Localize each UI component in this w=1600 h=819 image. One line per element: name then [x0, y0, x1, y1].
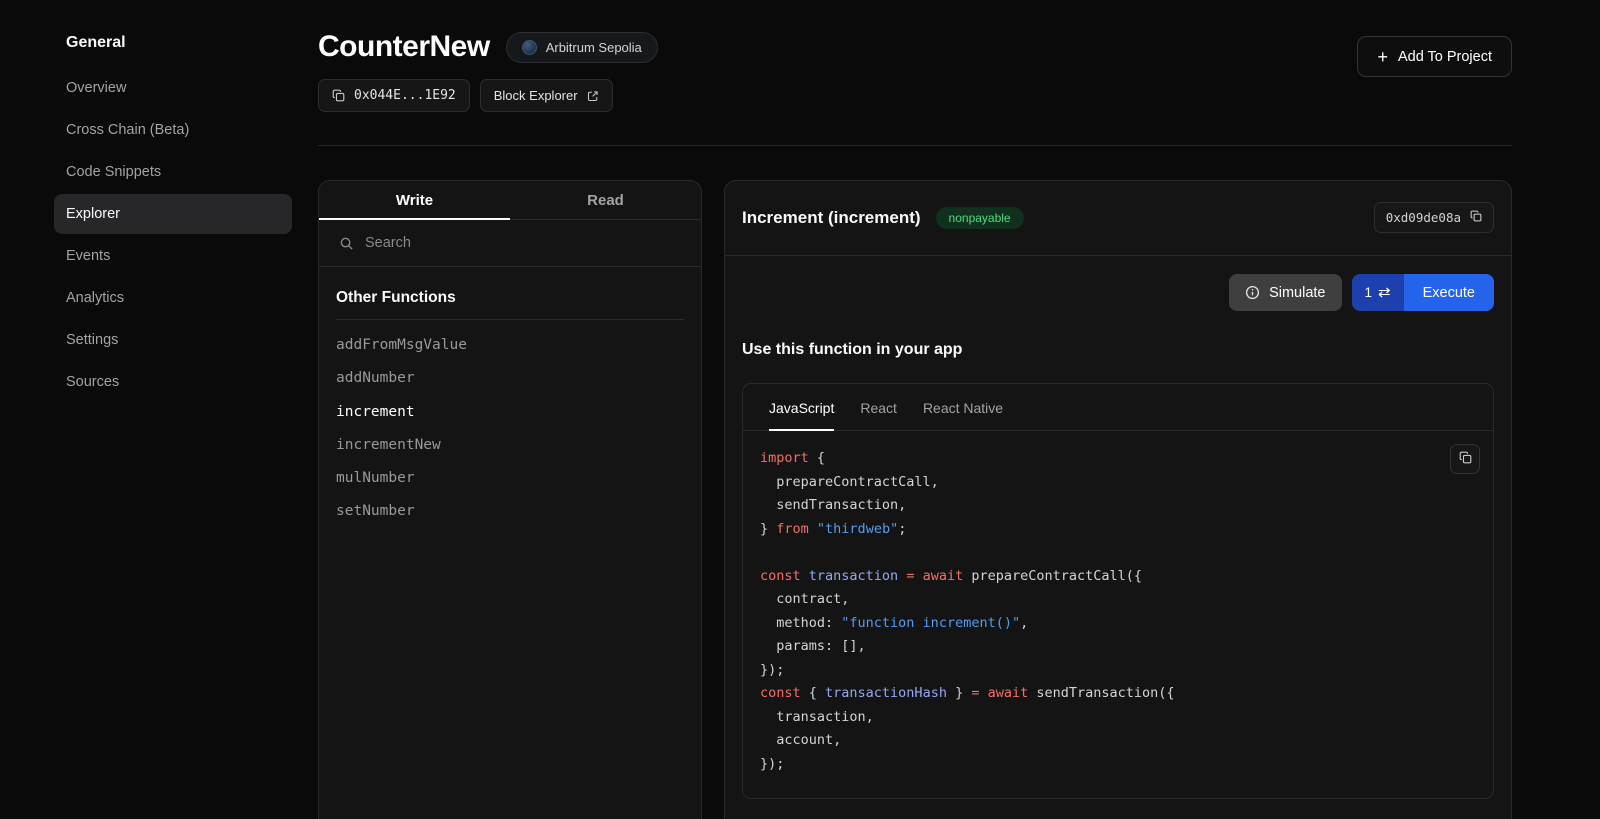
function-search: [319, 220, 701, 267]
code-line: import {: [760, 447, 1476, 471]
usage-heading: Use this function in your app: [742, 341, 1494, 359]
network-icon: [522, 40, 537, 55]
simulate-button[interactable]: Simulate: [1229, 274, 1341, 311]
contract-address-label: 0x044E...1E92: [354, 88, 456, 103]
copy-icon: [1459, 451, 1472, 467]
function-group-heading: Other Functions: [336, 281, 684, 320]
code-copy-button[interactable]: [1450, 444, 1480, 474]
info-icon: [1245, 285, 1260, 300]
function-title: Increment (increment): [742, 208, 921, 228]
code-line: transaction,: [760, 706, 1476, 730]
explorer-content: Write Read Other Functions addFr: [318, 180, 1512, 819]
app: General Overview Cross Chain (Beta) Code…: [0, 0, 1600, 819]
function-detail-header: Increment (increment) nonpayable 0xd09de…: [725, 181, 1511, 256]
tab-read[interactable]: Read: [510, 181, 701, 220]
contract-meta-row: 0x044E...1E92 Block Explorer: [318, 79, 658, 112]
function-item-mulNumber[interactable]: mulNumber: [336, 462, 684, 495]
execute-count-button[interactable]: 1 ⇄: [1352, 274, 1404, 311]
network-badge[interactable]: Arbitrum Sepolia: [506, 32, 658, 63]
contract-header-left: CounterNew Arbitrum Sepolia: [318, 30, 658, 112]
sidebar-item-code-snippets[interactable]: Code Snippets: [54, 152, 292, 192]
functions-panel: Write Read Other Functions addFr: [318, 180, 702, 819]
code-line: } from "thirdweb";: [760, 518, 1476, 542]
sidebar-nav: Overview Cross Chain (Beta) Code Snippet…: [54, 68, 292, 402]
execute-split-button: 1 ⇄ Execute: [1352, 274, 1495, 311]
page-title: CounterNew: [318, 30, 490, 64]
execute-button[interactable]: Execute: [1404, 274, 1494, 311]
simulate-label: Simulate: [1269, 285, 1325, 301]
function-selector-button[interactable]: 0xd09de08a: [1374, 202, 1494, 233]
code-line: [760, 541, 1476, 565]
code-line: const { transactionHash } = await sendTr…: [760, 682, 1476, 706]
sidebar-item-cross-chain[interactable]: Cross Chain (Beta): [54, 110, 292, 150]
function-detail-panel: Increment (increment) nonpayable 0xd09de…: [724, 180, 1512, 819]
function-item-addFromMsgValue[interactable]: addFromMsgValue: [336, 329, 684, 362]
code-line: prepareContractCall,: [760, 471, 1476, 495]
code-line: account,: [760, 729, 1476, 753]
tab-javascript[interactable]: JavaScript: [769, 384, 834, 431]
sidebar-item-analytics[interactable]: Analytics: [54, 278, 292, 318]
function-group: Other Functions addFromMsgValue addNumbe…: [319, 267, 701, 543]
code-block: import { prepareContractCall, sendTransa…: [760, 447, 1476, 776]
add-to-project-label: Add To Project: [1398, 49, 1492, 65]
search-icon: [339, 236, 354, 251]
function-item-incrementNew[interactable]: incrementNew: [336, 429, 684, 462]
function-item-setNumber[interactable]: setNumber: [336, 495, 684, 528]
sidebar: General Overview Cross Chain (Beta) Code…: [0, 0, 318, 819]
code-line: params: [],: [760, 635, 1476, 659]
sidebar-item-sources[interactable]: Sources: [54, 362, 292, 402]
network-badge-label: Arbitrum Sepolia: [546, 40, 642, 55]
tab-write[interactable]: Write: [319, 181, 510, 220]
function-type-tabs: Write Read: [319, 181, 701, 220]
block-explorer-label: Block Explorer: [494, 88, 578, 103]
contract-address-button[interactable]: 0x044E...1E92: [318, 79, 470, 112]
execute-count: 1: [1365, 285, 1373, 300]
sidebar-item-events[interactable]: Events: [54, 236, 292, 276]
copy-icon: [332, 89, 345, 102]
search-input[interactable]: [365, 235, 681, 251]
function-selector-label: 0xd09de08a: [1386, 210, 1461, 225]
code-area: import { prepareContractCall, sendTransa…: [743, 431, 1493, 798]
plus-icon: +: [1377, 48, 1388, 66]
code-panel: JavaScript React React Native: [742, 383, 1494, 799]
contract-header: CounterNew Arbitrum Sepolia: [318, 30, 1512, 112]
function-item-addNumber[interactable]: addNumber: [336, 362, 684, 395]
function-list: addFromMsgValue addNumber increment incr…: [336, 329, 684, 529]
sidebar-heading: General: [54, 34, 292, 52]
block-explorer-button[interactable]: Block Explorer: [480, 79, 613, 112]
add-to-project-button[interactable]: + Add To Project: [1357, 36, 1512, 77]
tab-react-native[interactable]: React Native: [923, 384, 1003, 431]
code-line: });: [760, 659, 1476, 683]
title-row: CounterNew Arbitrum Sepolia: [318, 30, 658, 64]
code-line: method: "function increment()",: [760, 612, 1476, 636]
sidebar-item-overview[interactable]: Overview: [54, 68, 292, 108]
code-line: contract,: [760, 588, 1476, 612]
main-content: CounterNew Arbitrum Sepolia: [318, 0, 1600, 819]
mutability-badge: nonpayable: [936, 207, 1024, 229]
swap-icon: ⇄: [1378, 285, 1391, 300]
external-link-icon: [587, 90, 599, 102]
header-divider: [318, 145, 1512, 146]
copy-icon: [1470, 210, 1482, 225]
sidebar-item-settings[interactable]: Settings: [54, 320, 292, 360]
sidebar-item-explorer[interactable]: Explorer: [54, 194, 292, 234]
tab-react[interactable]: React: [860, 384, 897, 431]
code-line: });: [760, 753, 1476, 777]
code-line: const transaction = await prepareContrac…: [760, 565, 1476, 589]
code-language-tabs: JavaScript React React Native: [743, 384, 1493, 431]
code-line: sendTransaction,: [760, 494, 1476, 518]
function-title-wrap: Increment (increment) nonpayable: [742, 207, 1024, 229]
function-item-increment[interactable]: increment: [336, 396, 684, 429]
function-actions: Simulate 1 ⇄ Execute: [725, 256, 1511, 311]
